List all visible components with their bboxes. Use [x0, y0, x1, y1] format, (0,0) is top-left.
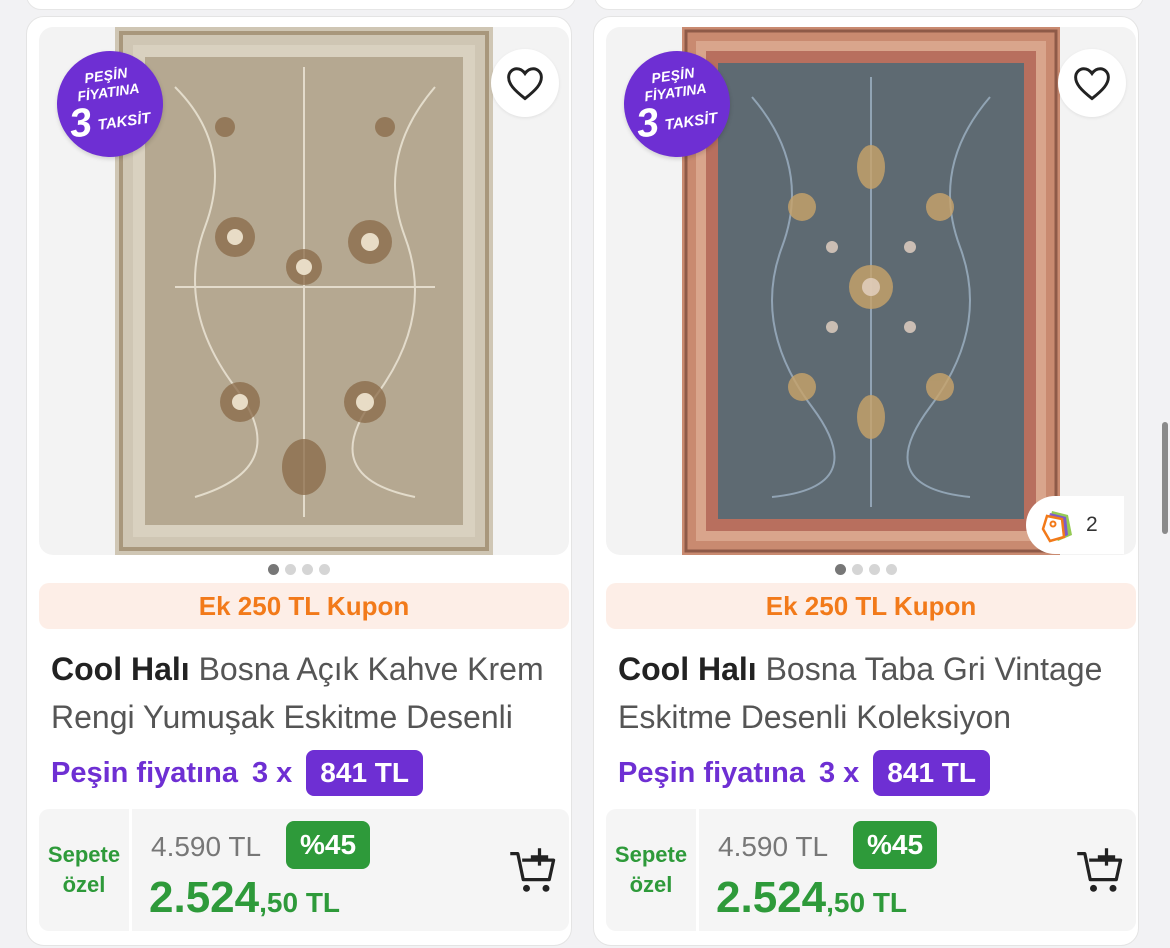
pagination-dot[interactable] — [835, 564, 846, 575]
old-price: 4.590 TL — [151, 831, 262, 862]
product-title[interactable]: Cool Halı Bosna Açık Kahve Krem Rengi Yu… — [51, 645, 557, 741]
pagination-dot[interactable] — [319, 564, 330, 575]
previous-card-edge — [594, 0, 1144, 10]
price-main: 2.524 — [149, 873, 260, 922]
basket-label-line-2: özel — [629, 872, 673, 897]
badge-word: TAKSİT — [96, 109, 152, 134]
badge-word: TAKSİT — [663, 109, 719, 134]
installment-label: Peşin fiyatına — [618, 756, 805, 789]
installment-multiplier: 3 x — [818, 756, 860, 789]
price-box: Sepete özel 4.590 TL %45 2.524,50 TL — [39, 809, 569, 931]
rug-image — [682, 27, 1060, 555]
heart-icon — [1074, 67, 1110, 101]
price-box: Sepete özel 4.590 TL %45 2.524,50 TL — [606, 809, 1136, 931]
installment-label: Peşin fiyatına — [51, 756, 238, 789]
previous-card-edge — [26, 0, 576, 10]
price-tags-icon — [1041, 511, 1072, 543]
installment-info: Peşin fiyatına 3 x 841 TL — [618, 750, 990, 796]
current-price: 2.524,50 TL — [716, 873, 907, 923]
product-card[interactable]: PEŞİN FİYATINA 3 TAKSİT 2 Ek 250 TL Kupo… — [593, 16, 1139, 946]
add-to-cart-icon[interactable] — [1074, 845, 1126, 897]
badge-number: 3 — [633, 99, 662, 147]
rug-image — [115, 27, 493, 555]
basket-label-line-2: özel — [62, 872, 106, 897]
collection-button[interactable]: 2 — [1026, 496, 1124, 554]
installment-info: Peşin fiyatına 3 x 841 TL — [51, 750, 423, 796]
discount-badge: %45 — [853, 821, 938, 869]
collection-count: 2 — [1086, 513, 1098, 536]
pagination-dot[interactable] — [268, 564, 279, 575]
add-to-cart-icon[interactable] — [507, 845, 559, 897]
product-image[interactable]: PEŞİN FİYATINA 3 TAKSİT — [39, 27, 569, 555]
product-title[interactable]: Cool Halı Bosna Taba Gri Vintage Eskitme… — [618, 645, 1124, 741]
price-decimal: ,50 TL — [259, 887, 341, 918]
favorite-button[interactable] — [491, 49, 559, 117]
basket-label-line-1: Sepete — [47, 842, 121, 867]
image-pagination — [594, 564, 1138, 575]
coupon-banner[interactable]: Ek 250 TL Kupon — [39, 583, 569, 629]
coupon-banner[interactable]: Ek 250 TL Kupon — [606, 583, 1136, 629]
product-card[interactable]: PEŞİN FİYATINA 3 TAKSİT Ek 250 TL Kupon … — [26, 16, 572, 946]
pagination-dot[interactable] — [852, 564, 863, 575]
price-decimal: ,50 TL — [826, 887, 908, 918]
pagination-dot[interactable] — [886, 564, 897, 575]
image-pagination — [27, 564, 571, 575]
page-scrollbar[interactable] — [1162, 422, 1168, 534]
favorite-button[interactable] — [1058, 49, 1126, 117]
current-price: 2.524,50 TL — [149, 873, 340, 923]
product-image[interactable]: PEŞİN FİYATINA 3 TAKSİT 2 — [606, 27, 1136, 555]
pagination-dot[interactable] — [285, 564, 296, 575]
badge-number: 3 — [66, 99, 95, 147]
old-price: 4.590 TL — [718, 831, 829, 862]
pagination-dot[interactable] — [302, 564, 313, 575]
heart-icon — [507, 67, 543, 101]
installment-multiplier: 3 x — [251, 756, 293, 789]
price-main: 2.524 — [716, 873, 827, 922]
basket-label-line-1: Sepete — [614, 842, 688, 867]
product-brand: Cool Halı — [51, 651, 190, 687]
basket-special-label: Sepete özel — [39, 809, 132, 931]
installment-amount: 841 TL — [306, 750, 423, 796]
product-brand: Cool Halı — [618, 651, 757, 687]
installment-amount: 841 TL — [873, 750, 990, 796]
pagination-dot[interactable] — [869, 564, 880, 575]
basket-special-label: Sepete özel — [606, 809, 699, 931]
discount-badge: %45 — [286, 821, 371, 869]
